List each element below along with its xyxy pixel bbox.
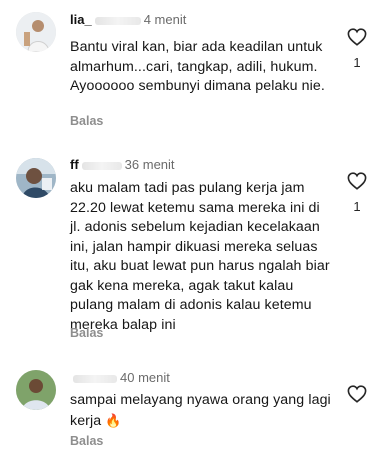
timestamp: 40 menit bbox=[120, 370, 170, 385]
username[interactable]: lia_ bbox=[70, 12, 92, 27]
timestamp: 36 menit bbox=[124, 157, 175, 172]
reply-button[interactable]: Balas bbox=[70, 326, 103, 340]
timestamp: 4 menit bbox=[143, 12, 187, 27]
fire-emoji: 🔥 bbox=[105, 412, 122, 428]
comment-text: sampai melayang nyawa orang yang lagi ke… bbox=[70, 391, 332, 431]
profile-photo-icon bbox=[16, 158, 56, 198]
like-count: 1 bbox=[353, 199, 361, 214]
heart-outline-icon bbox=[347, 28, 367, 46]
heart-outline-icon bbox=[347, 172, 367, 190]
avatar[interactable] bbox=[16, 12, 56, 52]
profile-photo-icon bbox=[16, 370, 56, 410]
comment-text: Bantu viral kan, biar ada keadilan untuk… bbox=[70, 39, 325, 94]
avatar[interactable] bbox=[16, 370, 56, 410]
heart-outline-icon bbox=[347, 385, 367, 403]
comment-meta: ff 36 menit bbox=[70, 157, 175, 172]
username[interactable]: ff bbox=[70, 157, 79, 172]
like-button[interactable]: 1 bbox=[346, 28, 368, 70]
avatar[interactable] bbox=[16, 158, 56, 198]
reply-button[interactable]: Balas bbox=[70, 114, 103, 128]
redacted-username bbox=[81, 161, 122, 170]
comment-meta: lia_ 4 menit bbox=[70, 12, 186, 27]
profile-photo-icon bbox=[16, 12, 56, 52]
redacted-username bbox=[94, 16, 141, 25]
comment-meta: 40 menit bbox=[70, 370, 170, 385]
reply-button[interactable]: Balas bbox=[70, 434, 103, 448]
comment-text: aku malam tadi pas pulang kerja jam 22.2… bbox=[70, 180, 330, 333]
like-count: 1 bbox=[353, 55, 361, 70]
like-button[interactable] bbox=[346, 385, 368, 403]
like-button[interactable]: 1 bbox=[346, 172, 368, 214]
redacted-username bbox=[73, 374, 117, 383]
